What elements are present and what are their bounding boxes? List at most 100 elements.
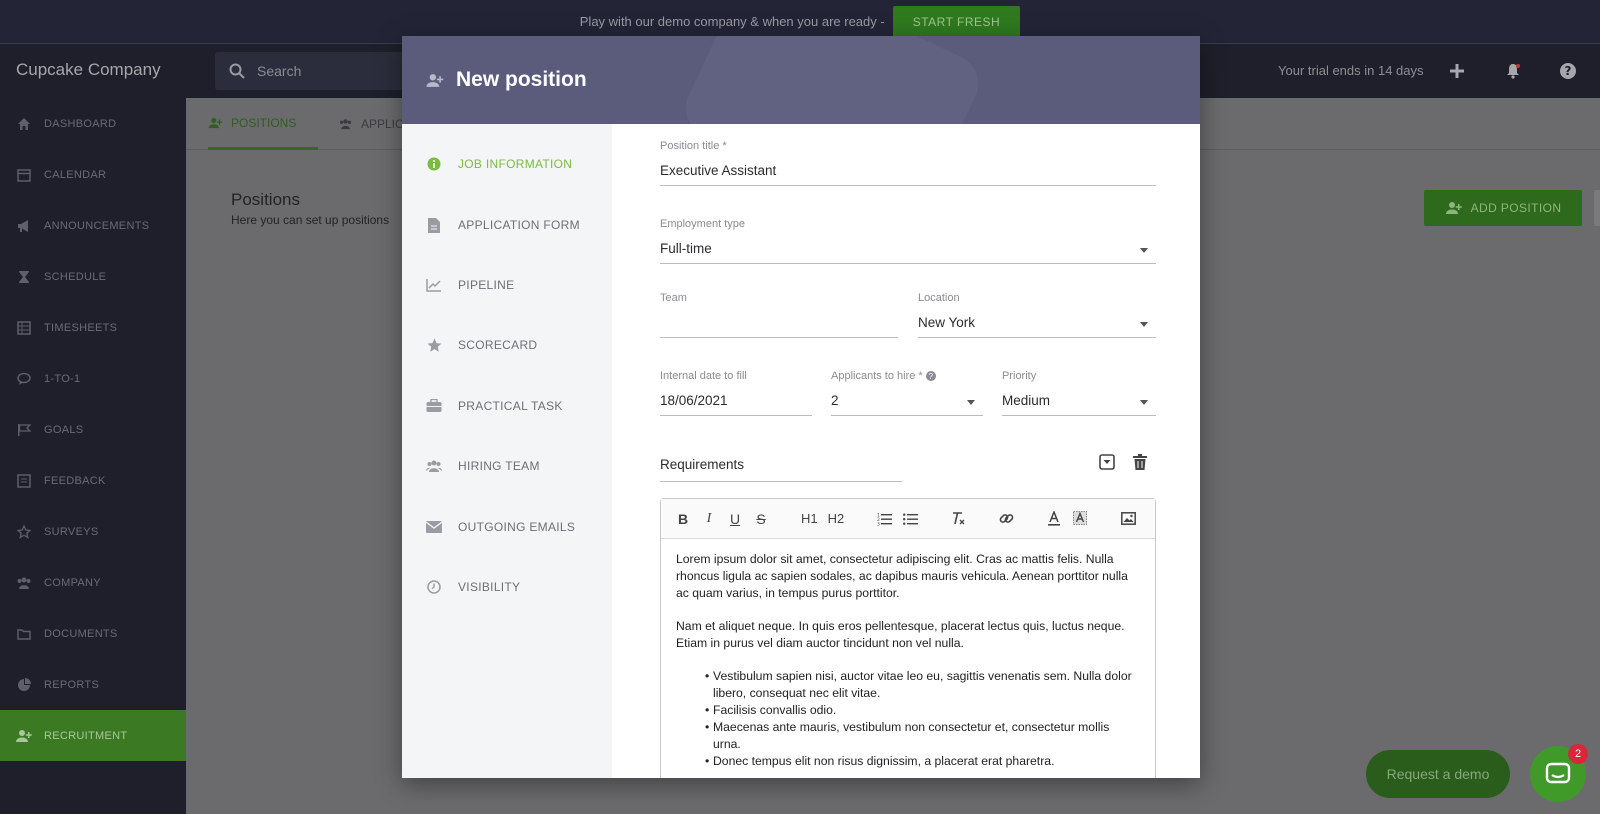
modal-nav: JOB INFORMATION APPLICATION FORM PIPELIN… [402, 124, 612, 778]
collapse-icon[interactable] [1099, 454, 1115, 470]
start-fresh-button[interactable]: START FRESH [892, 5, 1021, 38]
hourglass-icon [16, 269, 32, 285]
list-item: Donec tempus elit non risus dignissim, a… [705, 753, 1140, 770]
sidebar-item-dashboard[interactable]: DASHBOARD [0, 98, 186, 149]
trash-icon[interactable] [1133, 454, 1147, 470]
sidebar-item-surveys[interactable]: SURVEYS [0, 506, 186, 557]
nav-job-information[interactable]: JOB INFORMATION [426, 152, 572, 176]
sidebar-item-feedback[interactable]: FEEDBACK [0, 455, 186, 506]
sidebar-item-announcements[interactable]: ANNOUNCEMENTS [0, 200, 186, 251]
section-actions [1099, 454, 1147, 470]
background-color-icon[interactable] [1072, 509, 1088, 529]
nav-outgoing-emails[interactable]: OUTGOING EMAILS [426, 515, 575, 539]
info-icon [426, 156, 442, 172]
priority-select[interactable]: Medium [1002, 386, 1156, 416]
bold-button[interactable]: B [675, 509, 691, 529]
italic-button[interactable]: I [701, 509, 717, 529]
tab-applicants[interactable]: APPLIC [338, 98, 404, 150]
image-icon[interactable] [1120, 509, 1136, 529]
position-title-label: Position title * [660, 140, 727, 152]
nav-label: PIPELINE [458, 278, 515, 292]
bell-icon[interactable] [1502, 60, 1524, 82]
add-user-icon [16, 728, 32, 744]
bullet-list-icon[interactable] [902, 509, 918, 529]
position-title-input[interactable]: Executive Assistant [660, 156, 1156, 186]
nav-visibility[interactable]: VISIBILITY [426, 575, 520, 599]
chevron-down-icon [1140, 322, 1148, 327]
editor-bullet-list: Vestibulum sapien nisi, auctor vitae leo… [705, 668, 1140, 770]
sidebar-item-company[interactable]: COMPANY [0, 557, 186, 608]
ordered-list-icon[interactable]: 123 [876, 509, 892, 529]
location-value: New York [918, 315, 976, 330]
date-input[interactable]: 18/06/2021 [660, 386, 812, 416]
sidebar-item-label: DOCUMENTS [44, 627, 118, 640]
tab-label: POSITIONS [231, 115, 297, 130]
clock-icon [426, 579, 442, 595]
sidebar-item-schedule[interactable]: SCHEDULE [0, 251, 186, 302]
page-title: Positions [231, 190, 300, 209]
strikethrough-button[interactable]: S [753, 509, 769, 529]
search-box[interactable] [215, 52, 415, 90]
nav-pipeline[interactable]: PIPELINE [426, 273, 514, 297]
chat-launcher-button[interactable]: 2 [1530, 744, 1588, 802]
svg-text:3: 3 [877, 521, 880, 526]
star-icon [16, 524, 32, 540]
sidebar-item-timesheets[interactable]: TIMESHEETS [0, 302, 186, 353]
sidebar-item-recruitment[interactable]: RECRUITMENT [0, 710, 186, 761]
tab-label: APPLIC [361, 117, 404, 131]
team-input[interactable] [660, 308, 898, 338]
underline-button[interactable]: U [727, 509, 743, 529]
add-user-icon [208, 117, 223, 128]
add-position-button[interactable]: ADD POSITION [1424, 190, 1582, 226]
users-icon [16, 575, 32, 591]
heading-1-button[interactable]: H1 [801, 509, 818, 529]
search-icon [229, 63, 245, 79]
nav-practical-task[interactable]: PRACTICAL TASK [426, 394, 563, 418]
trial-notice: Your trial ends in 14 days [1278, 63, 1424, 78]
clear-format-icon[interactable] [950, 509, 966, 529]
nav-hiring-team[interactable]: HIRING TEAM [426, 454, 540, 478]
nav-scorecard[interactable]: SCORECARD [426, 333, 537, 357]
chevron-down-icon [1140, 400, 1148, 405]
nav-label: APPLICATION FORM [458, 218, 580, 232]
plus-icon[interactable] [1446, 60, 1468, 82]
more-button[interactable] [1594, 190, 1600, 226]
tab-positions[interactable]: POSITIONS [208, 98, 319, 150]
section-title-input[interactable]: Requirements [660, 448, 902, 482]
question-icon[interactable]: ? [925, 371, 936, 382]
request-demo-button[interactable]: Request a demo [1366, 750, 1510, 798]
sidebar-item-label: FEEDBACK [44, 474, 106, 487]
folder-icon [16, 626, 32, 642]
nav-application-form[interactable]: APPLICATION FORM [426, 213, 580, 237]
text-color-icon[interactable] [1046, 509, 1062, 529]
applicants-label-text: Applicants to hire * [831, 370, 923, 382]
sidebar-item-documents[interactable]: DOCUMENTS [0, 608, 186, 659]
search-input[interactable] [257, 63, 397, 79]
sidebar-item-reports[interactable]: REPORTS [0, 659, 186, 710]
banner-text: Play with our demo company & when you ar… [579, 14, 885, 29]
chevron-down-icon [1140, 248, 1148, 253]
applicants-select[interactable]: 2 [831, 386, 983, 416]
sidebar-item-label: TIMESHEETS [44, 321, 118, 334]
feedback-icon [16, 473, 32, 489]
heading-2-button[interactable]: H2 [828, 509, 845, 529]
nav-label: JOB INFORMATION [458, 157, 573, 171]
location-select[interactable]: New York [918, 308, 1156, 338]
briefcase-icon [426, 398, 442, 414]
section-title-value: Requirements [660, 457, 745, 472]
sidebar-item-calendar[interactable]: CALENDAR [0, 149, 186, 200]
sidebar-item-1-to-1[interactable]: 1-TO-1 [0, 353, 186, 404]
add-user-icon [426, 73, 444, 87]
help-icon[interactable]: ? [1557, 60, 1579, 82]
envelope-icon [426, 519, 442, 535]
page-subtitle: Here you can set up positions [231, 213, 390, 227]
list-item: Vestibulum sapien nisi, auctor vitae leo… [705, 668, 1140, 702]
position-title-value: Executive Assistant [660, 163, 777, 178]
sidebar-item-goals[interactable]: GOALS [0, 404, 186, 455]
megaphone-icon [16, 218, 32, 234]
link-icon[interactable] [998, 509, 1014, 529]
editor-content[interactable]: Lorem ipsum dolor sit amet, consectetur … [661, 539, 1155, 778]
chart-line-icon [426, 277, 442, 293]
sidebar-item-label: SCHEDULE [44, 270, 107, 283]
employment-type-select[interactable]: Full-time [660, 234, 1156, 264]
